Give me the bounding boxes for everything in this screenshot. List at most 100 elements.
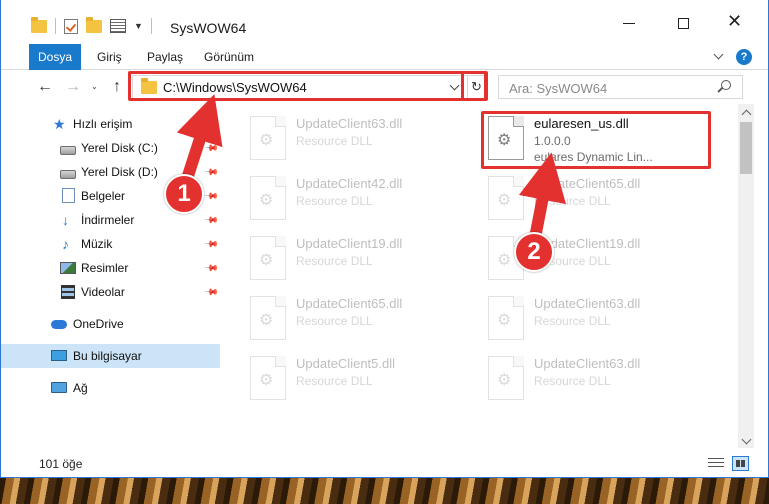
- file-tile[interactable]: ⚙ UpdateClient19.dll Resource DLL: [250, 234, 470, 284]
- sidebar-item-pictures[interactable]: Resimler 📌: [1, 256, 220, 280]
- file-tile[interactable]: ⚙ UpdateClient5.dll Resource DLL: [250, 354, 470, 404]
- search-input[interactable]: Ara: SysWOW64: [509, 81, 607, 96]
- cloud-icon: [51, 320, 67, 329]
- tab-view[interactable]: Görünüm: [204, 44, 254, 70]
- vertical-scrollbar[interactable]: [738, 104, 754, 448]
- quick-access-toolbar: ▼: [31, 16, 152, 34]
- sidebar-item-network[interactable]: Ağ: [1, 376, 220, 400]
- dll-file-icon: ⚙: [488, 296, 524, 340]
- file-tile[interactable]: ⚙ UpdateClient63.dll Resource DLL: [250, 114, 470, 164]
- pin-icon[interactable]: 📌: [204, 140, 219, 156]
- tab-file[interactable]: Dosya: [29, 44, 81, 70]
- search-box[interactable]: Ara: SysWOW64: [498, 75, 743, 99]
- folder-icon[interactable]: [31, 16, 47, 33]
- recent-locations-dropdown-icon[interactable]: ⌄: [91, 82, 98, 91]
- dll-file-icon: ⚙: [250, 176, 286, 220]
- network-icon: [51, 382, 67, 393]
- gear-icon: ⚙: [259, 252, 274, 269]
- file-name: UpdateClient19.dll: [296, 236, 403, 251]
- pin-icon[interactable]: 📌: [204, 284, 219, 300]
- view-properties-icon[interactable]: [110, 19, 126, 33]
- gear-icon: ⚙: [259, 192, 274, 209]
- pin-icon[interactable]: 📌: [204, 188, 219, 204]
- close-button[interactable]: ✕: [727, 12, 742, 30]
- file-description: Resource DLL: [296, 374, 373, 388]
- details-view-icon[interactable]: [708, 458, 724, 470]
- file-name: UpdateClient63.dll: [534, 356, 641, 371]
- file-name: UpdateClient65.dll: [534, 176, 641, 191]
- maximize-button[interactable]: [678, 18, 689, 29]
- file-tile[interactable]: ⚙ UpdateClient63.dll Resource DLL: [488, 354, 708, 404]
- file-description: Resource DLL: [296, 134, 373, 148]
- sidebar-item-music[interactable]: ♪ Müzik 📌: [1, 232, 220, 256]
- back-arrow-icon[interactable]: ←: [37, 79, 53, 95]
- tiles-view-icon[interactable]: [732, 456, 749, 471]
- help-icon[interactable]: ?: [736, 49, 752, 65]
- toolbar-divider: [150, 18, 152, 34]
- sidebar-item-quick-access[interactable]: ★ Hızlı erişim: [1, 112, 220, 136]
- dll-file-icon: ⚙: [488, 176, 524, 220]
- file-description: Resource DLL: [534, 374, 611, 388]
- file-name: UpdateClient42.dll: [296, 176, 403, 191]
- title-bar: ▼ SysWOW64 ✕: [1, 0, 768, 44]
- file-description: Resource DLL: [534, 314, 611, 328]
- tab-home[interactable]: Giriş: [97, 44, 122, 70]
- file-description: Resource DLL: [296, 194, 373, 208]
- scroll-down-arrow-icon[interactable]: [741, 438, 751, 448]
- pin-icon[interactable]: 📌: [204, 212, 219, 228]
- status-bar: 101 öğe: [1, 448, 768, 477]
- file-tile[interactable]: ⚙ UpdateClient42.dll Resource DLL: [250, 174, 470, 224]
- file-highlight-box: [481, 111, 711, 169]
- sidebar-item-label: Resimler: [81, 261, 129, 275]
- sidebar-item-label: Yerel Disk (D:): [81, 165, 158, 179]
- dll-file-icon: ⚙: [488, 356, 524, 400]
- file-tile[interactable]: ⚙ UpdateClient65.dll Resource DLL: [250, 294, 470, 344]
- gear-icon: ⚙: [259, 312, 274, 329]
- gear-icon: ⚙: [497, 312, 512, 329]
- gear-icon: ⚙: [497, 372, 512, 389]
- new-folder-icon[interactable]: [86, 16, 102, 33]
- properties-check-icon[interactable]: [64, 18, 78, 34]
- drive-icon: [60, 170, 76, 179]
- toolbar-divider: [55, 18, 56, 34]
- sidebar-item-videos[interactable]: Videolar 📌: [1, 280, 220, 304]
- expand-ribbon-chevron-icon[interactable]: [714, 51, 724, 61]
- file-name: UpdateClient5.dll: [296, 356, 396, 371]
- gear-icon: ⚙: [497, 252, 512, 269]
- file-tile[interactable]: ⚙ UpdateClient63.dll Resource DLL: [488, 294, 708, 344]
- computer-icon: [51, 350, 67, 361]
- up-arrow-icon[interactable]: ↑: [113, 79, 121, 95]
- minimize-button[interactable]: [623, 16, 637, 30]
- sidebar-item-onedrive[interactable]: OneDrive: [1, 312, 220, 336]
- pin-icon[interactable]: 📌: [204, 164, 219, 180]
- sidebar-item-label: Belgeler: [81, 189, 126, 203]
- search-icon[interactable]: [721, 80, 731, 90]
- scrollbar-thumb[interactable]: [740, 122, 752, 174]
- item-count: 101 öğe: [39, 457, 83, 471]
- pictures-icon: [60, 262, 76, 274]
- file-tile[interactable]: ⚙ UpdateClient65.dll Resource DLL: [488, 174, 708, 224]
- tab-share[interactable]: Paylaş: [147, 44, 183, 70]
- customize-toolbar-dropdown-icon[interactable]: ▼: [134, 21, 143, 31]
- sidebar-item-label: Yerel Disk (C:): [81, 141, 158, 155]
- forward-arrow-icon[interactable]: →: [65, 79, 81, 95]
- sidebar-item-label: Bu bilgisayar: [73, 349, 142, 363]
- file-name: UpdateClient65.dll: [296, 296, 403, 311]
- dll-file-icon: ⚙: [250, 296, 286, 340]
- step-2-badge: 2: [514, 232, 554, 272]
- file-description: Resource DLL: [534, 194, 611, 208]
- pin-icon[interactable]: 📌: [204, 236, 219, 252]
- music-icon: ♪: [62, 236, 69, 252]
- ribbon-tabs: Dosya Giriş Paylaş Görünüm ?: [1, 44, 768, 70]
- window-title: SysWOW64: [170, 20, 247, 36]
- sidebar-item-this-pc[interactable]: Bu bilgisayar: [1, 344, 220, 368]
- scroll-up-arrow-icon[interactable]: [741, 108, 751, 118]
- file-description: Resource DLL: [296, 314, 373, 328]
- refresh-highlight-box: [461, 71, 488, 101]
- file-description: Resource DLL: [296, 254, 373, 268]
- gear-icon: ⚙: [497, 192, 512, 209]
- sidebar-item-local-disk-c[interactable]: Yerel Disk (C:) 📌: [1, 136, 220, 160]
- sidebar-item-label: Müzik: [81, 237, 113, 251]
- sidebar-item-label: Ağ: [73, 381, 88, 395]
- pin-icon[interactable]: 📌: [204, 260, 219, 276]
